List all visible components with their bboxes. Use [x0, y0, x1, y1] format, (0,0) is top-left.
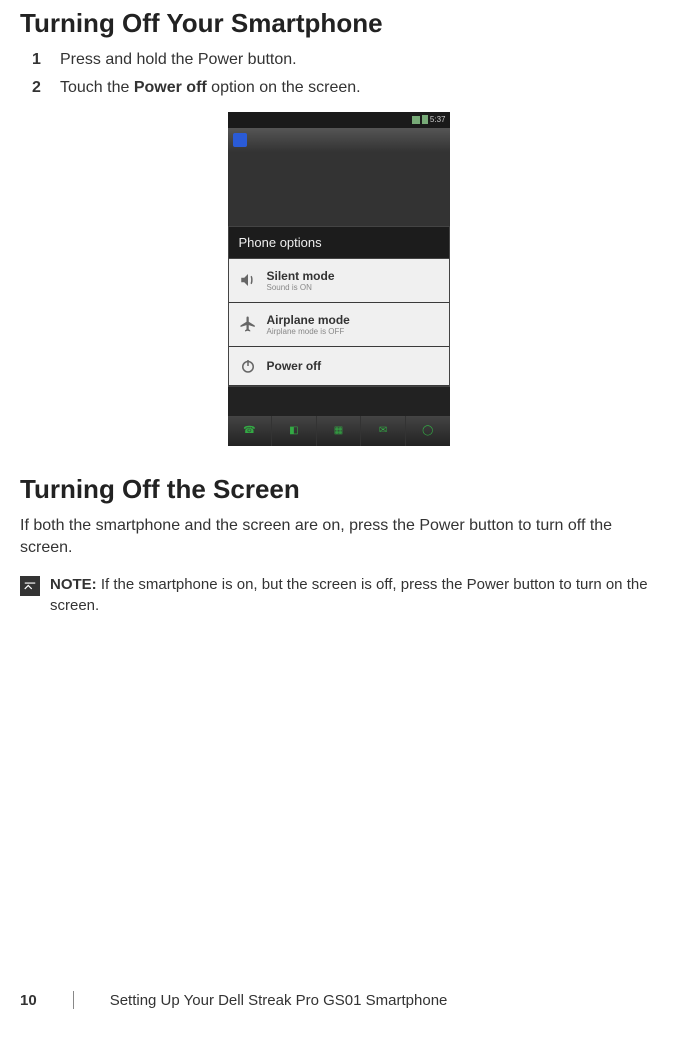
- phone-screenshot: 5:37 Phone options Silent mode Sound is …: [20, 112, 657, 446]
- phone-statusbar: 5:37: [228, 112, 450, 128]
- airplane-icon: [239, 315, 257, 333]
- power-icon: [239, 357, 257, 375]
- phone-home-area: [228, 152, 450, 226]
- dialog-item-power-off: Power off: [229, 347, 449, 386]
- note-label: NOTE:: [50, 576, 97, 593]
- dialog-item-sub: Airplane mode is OFF: [267, 327, 350, 336]
- phone-navbar: ☎ ◧ ▦ ✉ ◯: [228, 416, 450, 446]
- step-2: 2 Touch the Power off option on the scre…: [32, 77, 657, 99]
- nav-phone-icon: ☎: [228, 416, 273, 446]
- note-body: If the smartphone is on, but the screen …: [50, 576, 648, 614]
- heading-turning-off-screen: Turning Off the Screen: [20, 474, 657, 505]
- step-number: 1: [32, 49, 46, 71]
- page-number: 10: [20, 992, 37, 1009]
- dialog-item-sub: Sound is ON: [267, 283, 335, 292]
- status-time: 5:37: [430, 115, 446, 124]
- dialog-item-title: Power off: [267, 359, 322, 373]
- step-number: 2: [32, 77, 46, 99]
- dialog-item-title: Airplane mode: [267, 313, 350, 327]
- body-turn-off-screen: If both the smartphone and the screen ar…: [20, 515, 657, 560]
- nav-mail-icon: ✉: [361, 416, 406, 446]
- step-text-post: option on the screen.: [207, 79, 361, 96]
- note-block: NOTE: If the smartphone is on, but the s…: [20, 574, 657, 616]
- step-text: Press and hold the Power button.: [60, 49, 297, 71]
- nav-apps-icon: ▦: [317, 416, 362, 446]
- footer-chapter: Setting Up Your Dell Streak Pro GS01 Sma…: [110, 992, 448, 1009]
- phone-search-bar: [228, 128, 450, 152]
- phone-options-dialog: Phone options Silent mode Sound is ON Ai…: [228, 226, 450, 387]
- dialog-title: Phone options: [229, 227, 449, 259]
- signal-icon: [412, 116, 420, 124]
- step-text-pre: Touch the: [60, 79, 134, 96]
- nav-contacts-icon: ◧: [272, 416, 317, 446]
- search-icon: [233, 133, 247, 147]
- note-icon: [20, 576, 40, 596]
- heading-turning-off-smartphone: Turning Off Your Smartphone: [20, 8, 657, 39]
- step-text: Touch the Power off option on the screen…: [60, 77, 361, 99]
- dialog-item-airplane: Airplane mode Airplane mode is OFF: [229, 303, 449, 347]
- nav-browser-icon: ◯: [406, 416, 450, 446]
- page-footer: 10 Setting Up Your Dell Streak Pro GS01 …: [20, 991, 657, 1009]
- dialog-item-silent: Silent mode Sound is ON: [229, 259, 449, 303]
- note-text: NOTE: If the smartphone is on, but the s…: [50, 574, 657, 616]
- phone-frame: 5:37 Phone options Silent mode Sound is …: [228, 112, 450, 446]
- speaker-icon: [239, 271, 257, 289]
- step-text-bold: Power off: [134, 79, 207, 96]
- step-1: 1 Press and hold the Power button.: [32, 49, 657, 71]
- footer-divider: [73, 991, 74, 1009]
- battery-icon: [422, 115, 428, 124]
- dialog-item-title: Silent mode: [267, 269, 335, 283]
